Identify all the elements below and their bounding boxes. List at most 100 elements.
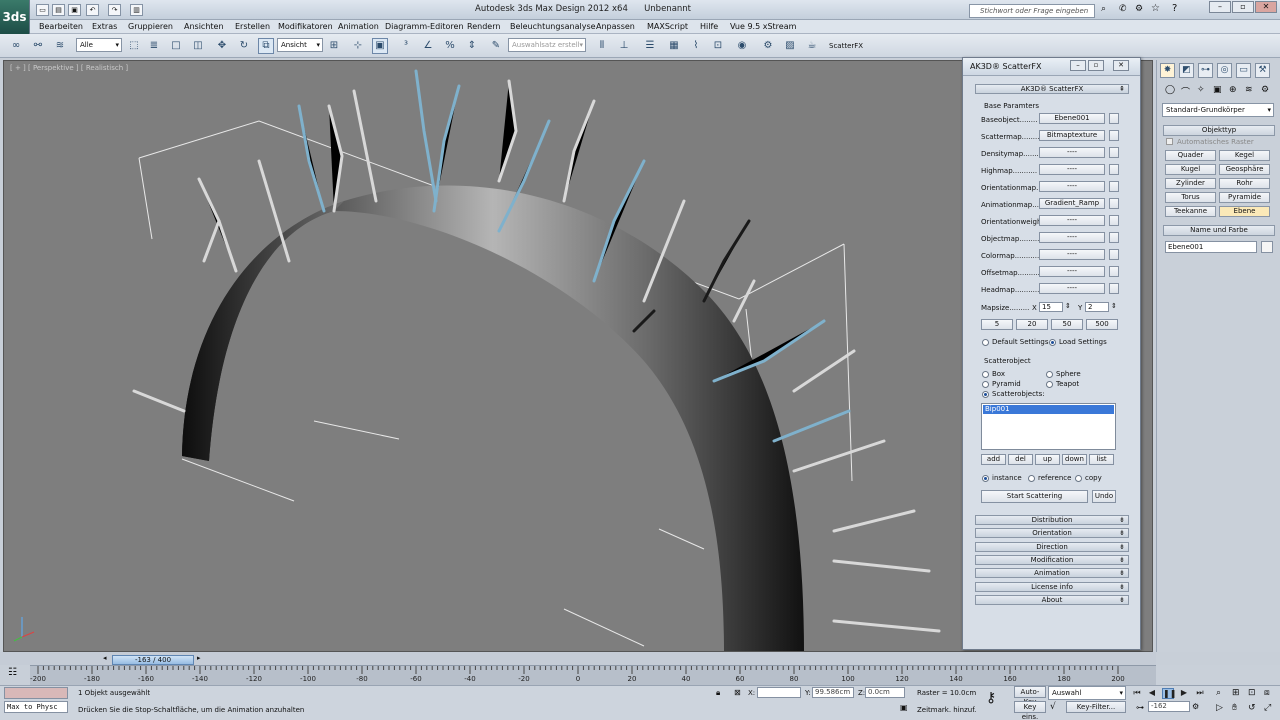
geometry-icon[interactable]: ◯ (1165, 85, 1175, 95)
layer-manager-icon[interactable]: ☰ (642, 38, 658, 54)
zoom-all-icon[interactable]: ⊞ (1232, 688, 1240, 698)
objectmap-button[interactable]: ---- (1039, 232, 1105, 243)
binoculars-icon[interactable]: ⌕ (1101, 4, 1106, 14)
undo-icon[interactable]: ↶ (86, 4, 99, 16)
mapsize-y-input[interactable]: 2 (1085, 302, 1109, 312)
list-down-button[interactable]: down (1062, 454, 1087, 465)
systems-icon[interactable]: ⚙ (1261, 85, 1269, 95)
animationmap-button[interactable]: Gradient_Ramp (1039, 198, 1105, 209)
zoom-extents-icon[interactable]: ⊡ (1248, 688, 1256, 698)
load-settings-radio[interactable] (1049, 339, 1056, 346)
sphere-button[interactable]: Kugel (1165, 164, 1216, 175)
mapsize-x-input[interactable]: 15 (1039, 302, 1063, 312)
highmap-button[interactable]: ---- (1039, 164, 1105, 175)
start-scattering-button[interactable]: Start Scattering (981, 490, 1088, 503)
timeline-ruler[interactable]: -200 -180 -160 -140 -120 -100 -80 -60 -4… (30, 665, 1156, 685)
project-folder-icon[interactable]: ▥ (130, 4, 143, 16)
box-radio[interactable] (982, 371, 989, 378)
menu-hilfe[interactable]: Hilfe (700, 21, 718, 33)
modification-rollout[interactable]: Modification ⇟ (975, 555, 1129, 565)
orientation-rollout[interactable]: Orientation ⇟ (975, 528, 1129, 538)
mini-curve-editor-icon[interactable]: ☷ (8, 667, 17, 678)
scatterobjects-radio[interactable] (982, 391, 989, 398)
maxscript-mini-listener[interactable]: Max to Physc (4, 701, 68, 713)
densitymap-clear-button[interactable] (1109, 147, 1119, 158)
preset-20-button[interactable]: 20 (1016, 319, 1048, 330)
hierarchy-tab-icon[interactable]: ⊶ (1198, 63, 1213, 78)
instance-radio[interactable] (982, 475, 989, 482)
menu-maxscript[interactable]: MAXScript (647, 21, 688, 33)
pan-hand-icon[interactable]: ✋︎ (1232, 703, 1237, 713)
scatterfx-close-button[interactable]: ✕ (1113, 60, 1129, 71)
menu-beleuchtungsanalyse[interactable]: Beleuchtungsanalyse (510, 21, 596, 33)
curve-editor-icon[interactable]: ⌇ (688, 38, 704, 54)
current-frame-input[interactable]: -162 (1148, 701, 1190, 712)
next-frame-icon[interactable]: ▶ (1178, 688, 1190, 699)
list-up-button[interactable]: up (1035, 454, 1060, 465)
colormap-button[interactable]: ---- (1039, 249, 1105, 260)
go-to-start-icon[interactable]: ⏮︎ (1131, 688, 1143, 699)
select-by-name-icon[interactable]: ≣ (146, 38, 162, 54)
headmap-button[interactable]: ---- (1039, 283, 1105, 294)
teapot-button[interactable]: Teekanne (1165, 206, 1216, 217)
rectangle-selection-icon[interactable]: □ (168, 38, 184, 54)
select-object-icon[interactable]: ⬚ (126, 38, 142, 54)
object-type-rollout[interactable]: Objekttyp (1163, 125, 1275, 136)
menu-modifikatoren[interactable]: Modifikatoren (278, 21, 333, 33)
scatterfx-minimize-button[interactable]: – (1070, 60, 1086, 71)
objectmap-clear-button[interactable] (1109, 232, 1119, 243)
scatterfx-main-rollout[interactable]: AK3D® ScatterFX ⇞ (975, 84, 1129, 94)
menu-animation[interactable]: Animation (338, 21, 379, 33)
mapsize-y-spinner-icon[interactable]: ⇕ (1111, 302, 1117, 310)
spinner-snap-icon[interactable]: ⇕ (464, 38, 480, 54)
key-selection-select[interactable]: Auswahl (1048, 686, 1126, 700)
scale-icon[interactable]: ⧉ (258, 38, 274, 54)
helpers-icon[interactable]: ⊕ (1229, 85, 1237, 95)
pause-icon[interactable]: ❚❚ (1162, 688, 1176, 699)
menu-erstellen[interactable]: Erstellen (235, 21, 270, 33)
animationmap-clear-button[interactable] (1109, 198, 1119, 209)
save-icon[interactable]: ▣ (68, 4, 81, 16)
named-selection-set-select[interactable]: Auswahlsatz erstell (508, 38, 586, 52)
schematic-view-icon[interactable]: ⊡ (710, 38, 726, 54)
set-key-icon[interactable]: ⚷ (986, 690, 996, 706)
scatterfx-maximize-button[interactable]: ▫ (1088, 60, 1104, 71)
menu-ansichten[interactable]: Ansichten (184, 21, 224, 33)
orientationweight-button[interactable]: ---- (1039, 215, 1105, 226)
menu-rendern[interactable]: Rendern (467, 21, 500, 33)
communication-center-icon[interactable]: ✆ (1119, 4, 1127, 14)
new-file-icon[interactable]: ▭ (36, 4, 49, 16)
menu-bearbeiten[interactable]: Bearbeiten (39, 21, 83, 33)
maximize-viewport-icon[interactable]: ⤢ (1264, 703, 1271, 713)
add-time-tag-button[interactable]: Zeitmark. hinzuf. (917, 706, 976, 714)
orientationmap-button[interactable]: ---- (1039, 181, 1105, 192)
keyboard-shortcut-override-icon[interactable]: ▣ (372, 38, 388, 54)
default-tangent-icon[interactable]: √ (1050, 702, 1056, 712)
select-manipulate-icon[interactable]: ⊹ (350, 38, 366, 54)
menu-vue-xstream[interactable]: Vue 9.5 xStream (730, 21, 796, 33)
key-mode-icon[interactable]: ⊶ (1136, 703, 1144, 712)
offsetmap-clear-button[interactable] (1109, 266, 1119, 277)
densitymap-button[interactable]: ---- (1039, 147, 1105, 158)
colormap-clear-button[interactable] (1109, 249, 1119, 260)
auto-grid-checkbox[interactable] (1166, 138, 1173, 145)
bind-spacewarp-icon[interactable]: ≋ (52, 38, 68, 54)
rendered-frame-window-icon[interactable]: ▨ (782, 38, 798, 54)
license-info-rollout[interactable]: License info ⇟ (975, 582, 1129, 592)
headmap-clear-button[interactable] (1109, 283, 1119, 294)
scattermap-clear-button[interactable] (1109, 130, 1119, 141)
lights-icon[interactable]: ✧ (1197, 85, 1205, 95)
about-rollout[interactable]: About ⇟ (975, 595, 1129, 605)
baseobject-clear-button[interactable] (1109, 113, 1119, 124)
reference-coordinate-select[interactable]: Ansicht (277, 38, 323, 52)
orbit-icon[interactable]: ↺ (1248, 703, 1256, 713)
angle-snap-icon[interactable]: ∠ (420, 38, 436, 54)
time-slider-prev-icon[interactable]: ◂ (103, 654, 107, 662)
shapes-icon[interactable]: ⌒ (1181, 85, 1190, 98)
display-tab-icon[interactable]: ▭ (1236, 63, 1251, 78)
torus-button[interactable]: Torus (1165, 192, 1216, 203)
time-config-icon[interactable]: ⚙ (1192, 702, 1199, 711)
menu-extras[interactable]: Extras (92, 21, 117, 33)
render-teapot-icon[interactable]: ☕ (804, 38, 820, 54)
pyramid-button[interactable]: Pyramide (1219, 192, 1270, 203)
